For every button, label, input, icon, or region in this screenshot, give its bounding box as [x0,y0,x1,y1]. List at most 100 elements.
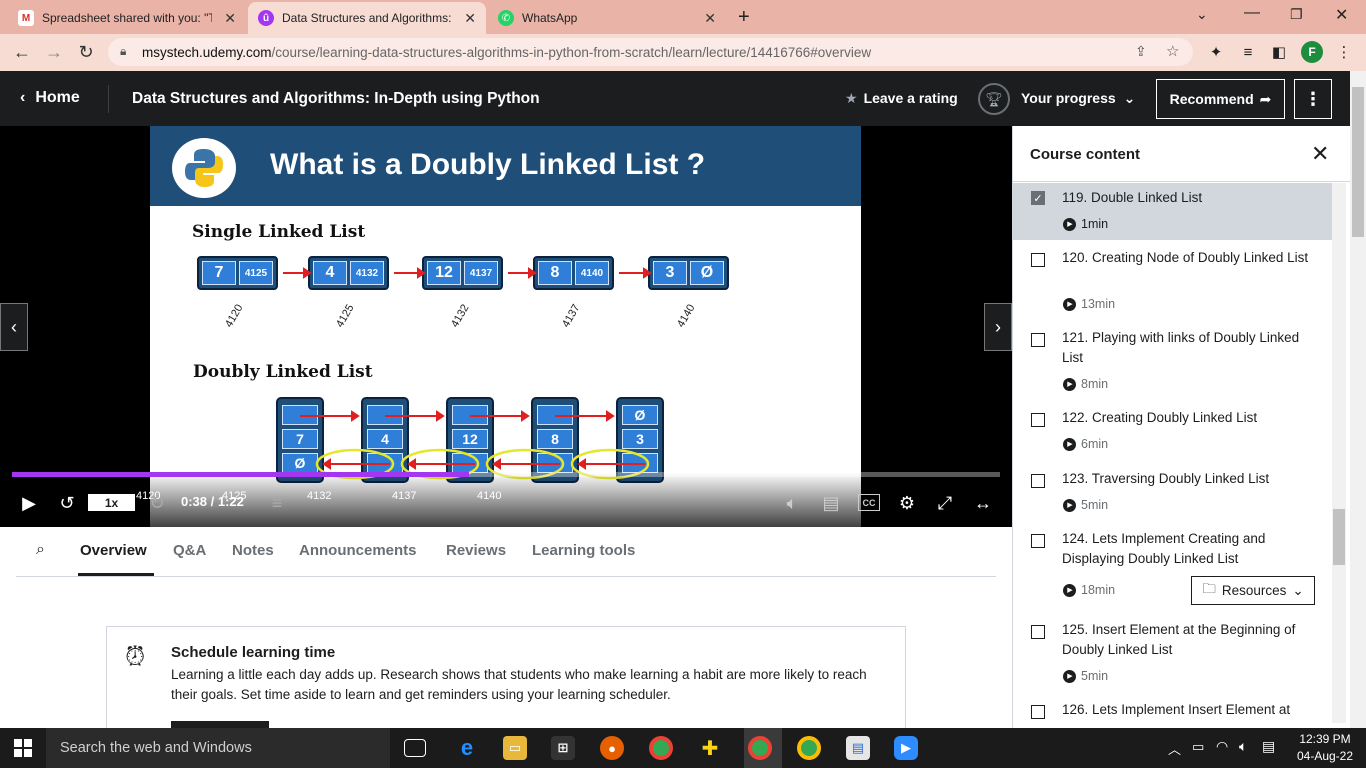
lecture-checkbox[interactable] [1031,625,1045,639]
expand-width-icon[interactable]: ↔ [972,492,994,514]
lecture-item[interactable]: ✓ 119. Double Linked List ▶ 1min [1013,183,1333,240]
close-sidebar-icon[interactable]: ✕ [1311,141,1329,167]
lecture-title: 121. Playing with links of Doubly Linked… [1062,330,1300,365]
tab-announcements[interactable]: Announcements [299,542,417,559]
lecture-checkbox[interactable]: ✓ [1031,191,1045,205]
lecture-item[interactable]: 121. Playing with links of Doubly Linked… [1013,326,1333,400]
leave-rating-button[interactable]: ★ Leave a rating [845,90,958,107]
lecture-title: 122. Creating Doubly Linked List [1062,410,1258,425]
lecture-title: 119. Double Linked List [1062,190,1203,205]
recommend-button[interactable]: Recommend ➦ [1156,79,1285,119]
back-button[interactable]: ← [10,40,34,64]
progress-trophy-icon[interactable]: 🏆︎ [978,83,1010,115]
file-explorer-icon[interactable]: ▭ [503,736,527,760]
media-control-icon[interactable]: ≡ [1237,41,1259,63]
close-tab-icon[interactable]: ✕ [224,10,236,27]
star-icon: ★ [845,90,858,106]
browser-tab-gmail[interactable]: M Spreadsheet shared with you: "Ti ✕ [8,2,246,34]
lecture-item[interactable]: 123. Traversing Doubly Linked List ▶ 5min [1013,467,1333,521]
clock-date: 04-Aug-22 [1296,749,1354,763]
battery-icon[interactable]: ▭ [1192,739,1204,755]
browser-tab-whatsapp[interactable]: ✆ WhatsApp ✕ [488,2,726,34]
share-icon[interactable]: ⇪ [1135,43,1147,60]
search-icon[interactable]: ⌕ [36,541,45,559]
bookmark-star-icon[interactable]: ☆ [1166,42,1179,60]
tab-notes[interactable]: Notes [232,542,274,559]
playback-speed-button[interactable]: 1x [88,494,135,511]
folder-icon: 🗀 [1202,581,1216,596]
browser-menu-icon[interactable]: ⋮ [1333,41,1355,63]
rewind-icon[interactable]: ↺ [56,492,78,514]
sidebar-scrollbar[interactable] [1332,183,1346,723]
next-lecture-button[interactable]: › [984,303,1012,351]
tab-reviews[interactable]: Reviews [446,542,506,559]
notification-icon[interactable]: ▤ [1262,738,1275,755]
chrome-icon[interactable] [649,736,673,760]
zoom-icon[interactable]: ▶ [894,736,918,760]
lecture-item[interactable]: 120. Creating Node of Doubly Linked List… [1013,246,1333,320]
close-tab-icon[interactable]: ✕ [464,10,476,27]
url-field[interactable]: 🔒︎ msystech.udemy.com/course/learning-da… [108,38,1193,66]
chrome-profile-icon[interactable] [748,736,772,760]
progress-track[interactable] [12,472,1000,477]
lecture-checkbox[interactable] [1031,333,1045,347]
lecture-checkbox[interactable] [1031,534,1045,548]
chrome-profile-2-icon[interactable] [797,736,821,760]
speaker-icon[interactable]: 🔈︎ [1239,738,1247,755]
lecture-item[interactable]: 126. Lets Implement Insert Element at [1013,698,1333,728]
profile-avatar[interactable]: F [1301,41,1323,63]
reload-button[interactable]: ↻ [74,40,98,64]
close-tab-icon[interactable]: ✕ [704,10,716,27]
windows-start-icon[interactable] [14,739,32,757]
transcript-icon[interactable]: ▤ [820,492,842,514]
page-scroll-thumb[interactable] [1352,87,1364,237]
lecture-item[interactable]: 125. Insert Element at the Beginning of … [1013,618,1333,692]
extensions-icon[interactable]: ✦ [1205,41,1227,63]
browser-tab-udemy[interactable]: û Data Structures and Algorithms: I ✕ [248,2,486,34]
taskbar-search-box[interactable]: Search the web and Windows [46,728,390,768]
document-app-icon[interactable]: ▤ [846,736,870,760]
store-icon[interactable]: ⊞ [551,736,575,760]
more-options-button[interactable]: ⋮ [1294,79,1332,119]
lecture-checkbox[interactable] [1031,413,1045,427]
minimize-button[interactable]: — [1244,4,1260,22]
schedule-learning-card: ⏰︎ Schedule learning time Learning a lit… [106,626,906,737]
video-player[interactable]: What is a Doubly Linked List ? Single Li… [0,126,1012,527]
wifi-icon[interactable]: ◠ [1216,738,1228,755]
edge-browser-icon[interactable]: e [455,735,479,760]
lock-icon: 🔒︎ [120,44,127,58]
home-link[interactable]: ‹ Home [20,89,80,107]
chevron-down-icon: ⌄ [1292,582,1304,598]
app-plus-icon[interactable]: ✚ [698,736,722,760]
firefox-icon[interactable]: ● [600,736,624,760]
lecture-checkbox[interactable] [1031,474,1045,488]
volume-icon[interactable]: 🔈︎ [781,492,803,514]
your-progress-button[interactable]: Your progress ⌄ [1021,90,1135,107]
lecture-item[interactable]: 124. Lets Implement Creating and Display… [1013,527,1333,613]
tab-qa[interactable]: Q&A [173,542,206,559]
restore-button[interactable]: ❐ [1290,6,1303,23]
new-tab-button[interactable]: + [738,6,750,29]
forward-icon[interactable]: ↻ [146,492,168,514]
lecture-item[interactable]: 122. Creating Doubly Linked List ▶ 6min [1013,406,1333,460]
taskbar-clock[interactable]: 12:39 PM 04-Aug-22 [1290,731,1360,765]
bookmark-note-icon[interactable]: ≡ [266,492,288,514]
page-scrollbar[interactable] [1350,71,1366,728]
tab-overview[interactable]: Overview [80,542,147,559]
show-hidden-icons-icon[interactable]: ︿ [1168,739,1181,758]
captions-icon[interactable]: CC [858,494,880,511]
side-panel-icon[interactable]: ◧ [1268,41,1290,63]
close-window-button[interactable]: ✕ [1335,5,1348,25]
tab-learning-tools[interactable]: Learning tools [532,542,635,559]
lecture-checkbox[interactable] [1031,253,1045,267]
settings-gear-icon[interactable]: ⚙ [896,492,918,514]
task-view-icon[interactable] [404,739,426,757]
resources-dropdown[interactable]: 🗀 Resources ⌄ [1191,576,1315,605]
sidebar-scroll-thumb[interactable] [1333,509,1345,565]
forward-button[interactable]: → [42,40,66,64]
tab-search-icon[interactable]: ⌄ [1196,6,1208,23]
fullscreen-icon[interactable]: ⤢ [934,492,956,514]
play-icon[interactable]: ▶ [18,492,40,514]
lecture-checkbox[interactable] [1031,705,1045,719]
previous-lecture-button[interactable]: ‹ [0,303,28,351]
